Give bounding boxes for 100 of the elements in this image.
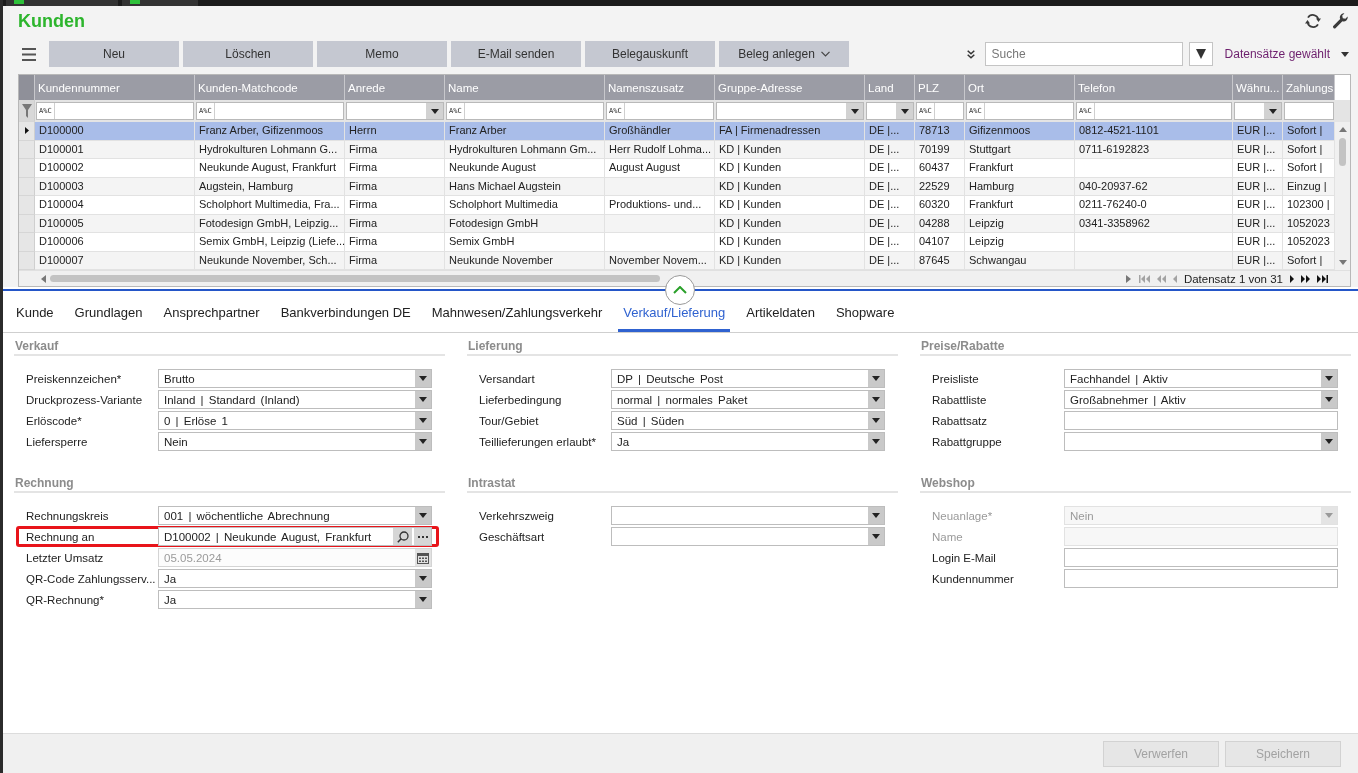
dropdown-field[interactable]: normal | normales Paket	[611, 390, 885, 409]
toolbar-button[interactable]: Löschen	[183, 41, 313, 67]
toolbar-button[interactable]: Beleg anlegen	[719, 41, 849, 67]
dropdown-field[interactable]	[611, 506, 885, 525]
table-row[interactable]: D100006 Semix GmbH, Leipzig (Liefe... Firma Semix GmbH KD | Kunden DE |... 04107 Leipzig EUR |... 1052023	[19, 233, 1335, 252]
filter-field[interactable]	[1284, 102, 1334, 120]
dropdown-field[interactable]: Nein	[158, 432, 432, 451]
dropdown-button[interactable]	[1264, 103, 1281, 119]
toolbar-button[interactable]: Memo	[317, 41, 447, 67]
wrench-icon[interactable]	[1332, 12, 1348, 29]
double-chevron-down-icon[interactable]	[966, 49, 975, 59]
scroll-down-icon[interactable]	[1338, 260, 1347, 265]
scroll-up-icon[interactable]	[1338, 127, 1347, 132]
dropdown-field[interactable]: Süd | Süden	[611, 411, 885, 430]
refresh-icon[interactable]	[1305, 12, 1321, 29]
dropdown-field[interactable]: Großabnehmer | Aktiv	[1064, 390, 1338, 409]
dropdown-field[interactable]: Inland | Standard (Inland)	[158, 390, 432, 409]
dropdown-field[interactable]	[611, 527, 885, 546]
dropdown-button[interactable]	[415, 370, 431, 387]
selection-dropdown[interactable]: Datensätze gewählt	[1216, 47, 1351, 61]
caret-down-icon	[850, 108, 859, 114]
filter-field[interactable]	[866, 102, 914, 120]
filter-field[interactable]	[716, 102, 864, 120]
dropdown-button[interactable]	[868, 391, 884, 408]
row-selector[interactable]	[19, 122, 35, 141]
dropdown-field[interactable]: Ja	[158, 569, 432, 588]
last-record-icon[interactable]	[1317, 274, 1328, 283]
scrollbar-thumb[interactable]	[1339, 138, 1346, 166]
table-cell: DE |...	[865, 159, 915, 178]
dropdown-field[interactable]: Ja	[158, 590, 432, 609]
tab[interactable]: Kunde	[11, 293, 59, 332]
scroll-right-icon[interactable]	[1125, 274, 1131, 283]
dropdown-button[interactable]	[415, 570, 431, 587]
dropdown-field[interactable]	[1064, 432, 1338, 451]
dropdown-button[interactable]	[868, 433, 884, 450]
dropdown-button[interactable]	[426, 103, 443, 119]
filter-field[interactable]	[1234, 102, 1282, 120]
search-button[interactable]	[393, 528, 412, 545]
filter-dropdown-button[interactable]	[1188, 42, 1213, 66]
toolbar-button[interactable]: Belegauskunft	[585, 41, 715, 67]
caret-down-icon	[1268, 108, 1277, 114]
caret-down-icon	[872, 513, 880, 518]
dropdown-field[interactable]: Brutto	[158, 369, 432, 388]
section-heading: Preise/Rabatte	[920, 339, 1351, 356]
dropdown-button[interactable]	[1321, 433, 1337, 450]
dropdown-button[interactable]	[868, 370, 884, 387]
scroll-left-icon[interactable]	[41, 274, 46, 283]
dropdown-field[interactable]: 001 | wöchentliche Abrechnung	[158, 506, 432, 525]
dropdown-field[interactable]: DP | Deutsche Post	[611, 369, 885, 388]
dropdown-field[interactable]: Fachhandel | Aktiv	[1064, 369, 1338, 388]
dropdown-button[interactable]	[415, 507, 431, 524]
next-record-icon[interactable]	[1290, 274, 1294, 283]
dropdown-button[interactable]	[868, 528, 884, 545]
tab[interactable]: Grundlagen	[69, 293, 148, 332]
more-button[interactable]	[414, 528, 431, 545]
table-row[interactable]: D100002 Neukunde August, Frankfurt Firma Neukunde August August August KD | Kunden DE |... 60437 Frankfurt EUR |... Sofort |	[19, 159, 1335, 178]
dropdown-button[interactable]	[846, 103, 863, 119]
dropdown-button[interactable]	[868, 412, 884, 429]
caret-down-icon	[900, 108, 909, 114]
window-tab[interactable]	[122, 0, 198, 6]
table-cell: EUR |...	[1233, 233, 1283, 252]
window-tab[interactable]	[6, 0, 118, 6]
filter-icon[interactable]	[21, 103, 32, 118]
menu-icon[interactable]	[22, 47, 36, 61]
text-field[interactable]	[1064, 569, 1338, 588]
scrollbar-thumb[interactable]	[50, 275, 660, 282]
dropdown-button[interactable]	[415, 391, 431, 408]
toolbar-button[interactable]: E-Mail senden	[451, 41, 581, 67]
table-row[interactable]: D100004 Scholphort Multimedia, Fra... Firma Scholphort Multimedia Produktions- und... KD | Kunden DE |... 60320 Frankfurt 0211-76240-0 EUR |... 102300 |	[19, 196, 1335, 215]
text-field[interactable]	[1064, 548, 1338, 567]
dropdown-button[interactable]	[1321, 370, 1337, 387]
text-field[interactable]	[1064, 411, 1338, 430]
search-field[interactable]: Suche	[984, 42, 1183, 66]
dropdown-button[interactable]	[1321, 391, 1337, 408]
dropdown-button[interactable]	[896, 103, 913, 119]
table-cell: EUR |...	[1233, 122, 1283, 141]
tab[interactable]: Shopware	[830, 293, 900, 332]
next-page-icon[interactable]	[1301, 274, 1310, 283]
field-label: Teillieferungen erlaubt*	[479, 435, 597, 448]
vertical-scrollbar[interactable]	[1335, 122, 1350, 270]
filter-field[interactable]	[346, 102, 444, 120]
caret-down-icon	[1325, 513, 1333, 518]
tab[interactable]: Bankverbindungen DE	[275, 293, 416, 332]
table-row[interactable]: D100000 Franz Arber, Gifizenmoos Herrn Franz Arber Großhändler FA | Firmenadressen DE |... 78713 Gifizenmoos 0812-4521-1101 EUR |... Sofort |	[19, 122, 1335, 141]
tab[interactable]: Verkauf/Lieferung	[618, 293, 731, 332]
dropdown-button[interactable]	[415, 433, 431, 450]
field-label: Erlöscode*	[26, 414, 83, 427]
table-cell: Neukunde August, Frankfurt	[195, 159, 345, 178]
dropdown-field[interactable]: 0 | Erlöse 1	[158, 411, 432, 430]
dropdown-button[interactable]	[415, 591, 431, 608]
toolbar-button[interactable]: Neu	[49, 41, 179, 67]
lookup-field[interactable]: D100002 | Neukunde August, Frankfurt	[158, 527, 432, 546]
table-cell: 0812-4521-1101	[1075, 122, 1233, 141]
dropdown-button[interactable]	[415, 412, 431, 429]
tab[interactable]: Artikeldaten	[741, 293, 820, 332]
dropdown-field[interactable]: Ja	[611, 432, 885, 451]
calendar-button[interactable]	[415, 549, 431, 566]
dropdown-button[interactable]	[868, 507, 884, 524]
tab[interactable]: Mahnwesen/Zahlungsverkehr	[426, 293, 608, 332]
tab[interactable]: Ansprechpartner	[158, 293, 265, 332]
